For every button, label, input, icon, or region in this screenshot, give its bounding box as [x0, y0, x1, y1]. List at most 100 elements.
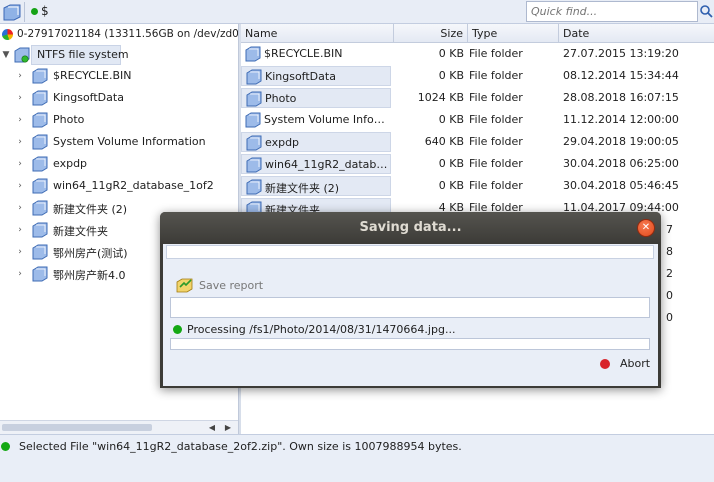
- quick-find-field[interactable]: [526, 1, 698, 22]
- list-header: Name Size Type Date: [241, 24, 714, 43]
- scroll-left-icon[interactable]: ◀: [205, 421, 219, 434]
- file-date: 30.04.2018 06:25:00: [563, 157, 679, 170]
- tree-root-node[interactable]: ▼ NTFS file system: [0, 44, 238, 66]
- folder-icon: [32, 266, 48, 282]
- tree-item-label: $RECYCLE.BIN: [53, 69, 132, 82]
- report-path-field[interactable]: [170, 297, 650, 318]
- quick-find-input[interactable]: [527, 2, 697, 21]
- expand-arrow-icon[interactable]: ›: [14, 201, 26, 215]
- tree-item-label: KingsoftData: [53, 91, 124, 104]
- processing-status-icon: [173, 325, 182, 334]
- folder-icon: [246, 91, 262, 107]
- tree-item[interactable]: › expdp: [0, 153, 238, 175]
- table-row[interactable]: 新建文件夹 (2) 0 KB File folder 30.04.2018 05…: [241, 175, 714, 197]
- file-name: 新建文件夹 (2): [265, 182, 340, 195]
- scroll-right-icon[interactable]: ▶: [221, 421, 235, 434]
- stop-icon: [600, 359, 610, 369]
- tree-item-label: 新建文件夹: [53, 225, 108, 238]
- tree-item[interactable]: › KingsoftData: [0, 87, 238, 109]
- status-bar: Selected File "win64_11gR2_database_2of2…: [0, 434, 714, 482]
- expand-arrow-icon[interactable]: ›: [14, 179, 26, 193]
- tree-root-label: NTFS file system: [37, 48, 129, 61]
- folder-icon: [246, 135, 262, 151]
- expand-arrow-icon[interactable]: ›: [14, 135, 26, 149]
- top-toolbar: $: [0, 0, 714, 24]
- table-row[interactable]: System Volume Informa... 0 KB File folde…: [241, 109, 714, 131]
- tree-drive-node[interactable]: 0-27917021184 (13311.56GB on /dev/zd0p2): [0, 24, 256, 46]
- tree-item[interactable]: › Photo: [0, 109, 238, 131]
- tree-item-label: 新建文件夹 (2): [53, 203, 128, 216]
- table-row[interactable]: win64_11gR2_databas... 0 KB File folder …: [241, 153, 714, 175]
- dialog-titlebar[interactable]: Saving data... ✕: [160, 212, 661, 244]
- abort-label: Abort: [620, 357, 651, 370]
- status-ok-icon: [1, 442, 10, 451]
- expand-arrow-icon[interactable]: ›: [14, 91, 26, 105]
- collapse-arrow-icon[interactable]: ▼: [0, 48, 12, 62]
- file-date: 29.04.2018 19:00:05: [563, 135, 679, 148]
- tree-item-label: System Volume Information: [53, 135, 206, 148]
- name-cell: win64_11gR2_databas...: [241, 154, 391, 174]
- file-type: File folder: [469, 113, 523, 126]
- processing-text: Processing /fs1/Photo/2014/08/31/1470664…: [187, 323, 456, 336]
- toolbar-separator: [24, 2, 25, 22]
- scrollbar-thumb[interactable]: [2, 424, 152, 431]
- folder-icon: [32, 244, 48, 260]
- expand-arrow-icon[interactable]: ›: [14, 223, 26, 237]
- column-header-size[interactable]: Size: [394, 24, 468, 43]
- file-date-fragment: 7: [666, 223, 673, 236]
- tree-horizontal-scrollbar[interactable]: ◀ ▶: [0, 420, 238, 434]
- table-row[interactable]: expdp 640 KB File folder 29.04.2018 19:0…: [241, 131, 714, 153]
- tree-item-label: 鄂州房产(测试): [53, 247, 128, 260]
- folder-icon: [32, 90, 48, 106]
- folder-icon: [32, 222, 48, 238]
- tree-item[interactable]: › $RECYCLE.BIN: [0, 65, 238, 87]
- file-type: File folder: [469, 157, 523, 170]
- expand-arrow-icon[interactable]: ›: [14, 157, 26, 171]
- tree-item[interactable]: › win64_11gR2_database_1of2: [0, 175, 238, 197]
- column-header-type[interactable]: Type: [468, 24, 559, 43]
- name-cell: expdp: [241, 132, 391, 152]
- tree-item[interactable]: › System Volume Information: [0, 131, 238, 153]
- file-date-fragment: 2: [666, 267, 673, 280]
- column-header-date[interactable]: Date: [559, 24, 714, 43]
- table-row[interactable]: $RECYCLE.BIN 0 KB File folder 27.07.2015…: [241, 43, 714, 65]
- current-path: $: [41, 4, 49, 18]
- save-report-icon: [176, 278, 193, 293]
- search-icon[interactable]: [698, 1, 714, 22]
- tree-item-label: Photo: [53, 113, 85, 126]
- close-icon[interactable]: ✕: [637, 219, 655, 237]
- file-type: File folder: [469, 91, 523, 104]
- table-row[interactable]: KingsoftData 0 KB File folder 08.12.2014…: [241, 65, 714, 87]
- expand-arrow-icon[interactable]: ›: [14, 267, 26, 281]
- disk-usage-icon: [2, 29, 13, 40]
- expand-arrow-icon[interactable]: ›: [14, 69, 26, 83]
- file-size: 1024 KB: [417, 91, 464, 104]
- name-cell: Photo: [241, 88, 391, 108]
- status-text: Selected File "win64_11gR2_database_2of2…: [19, 440, 462, 453]
- folder-icon: [245, 46, 261, 62]
- status-dot-icon: [31, 8, 38, 15]
- folder-icon: [32, 68, 48, 84]
- folder-icon[interactable]: [2, 2, 22, 22]
- dialog-top-strip: [166, 245, 654, 259]
- tree-drive-label: 0-27917021184 (13311.56GB on /dev/zd0p2): [17, 28, 257, 40]
- progress-bar: [170, 338, 650, 350]
- file-date: 08.12.2014 15:34:44: [563, 69, 679, 82]
- file-date: 30.04.2018 05:46:45: [563, 179, 679, 192]
- expand-arrow-icon[interactable]: ›: [14, 245, 26, 259]
- file-date: 11.12.2014 12:00:00: [563, 113, 679, 126]
- table-row[interactable]: Photo 1024 KB File folder 28.08.2018 16:…: [241, 87, 714, 109]
- file-name: expdp: [265, 136, 300, 149]
- column-header-name[interactable]: Name: [241, 24, 394, 43]
- file-size: 0 KB: [438, 157, 464, 170]
- dialog-body: Save report Processing /fs1/Photo/2014/0…: [163, 244, 658, 386]
- file-name: Photo: [265, 92, 297, 105]
- name-cell: $RECYCLE.BIN: [241, 44, 391, 64]
- file-date-fragment: 0: [666, 289, 673, 302]
- folder-icon: [32, 178, 48, 194]
- file-name: System Volume Informa...: [264, 113, 389, 126]
- drive-folder-icon: [14, 47, 30, 63]
- file-name: $RECYCLE.BIN: [264, 47, 343, 60]
- file-date-fragment: 8: [666, 245, 673, 258]
- expand-arrow-icon[interactable]: ›: [14, 113, 26, 127]
